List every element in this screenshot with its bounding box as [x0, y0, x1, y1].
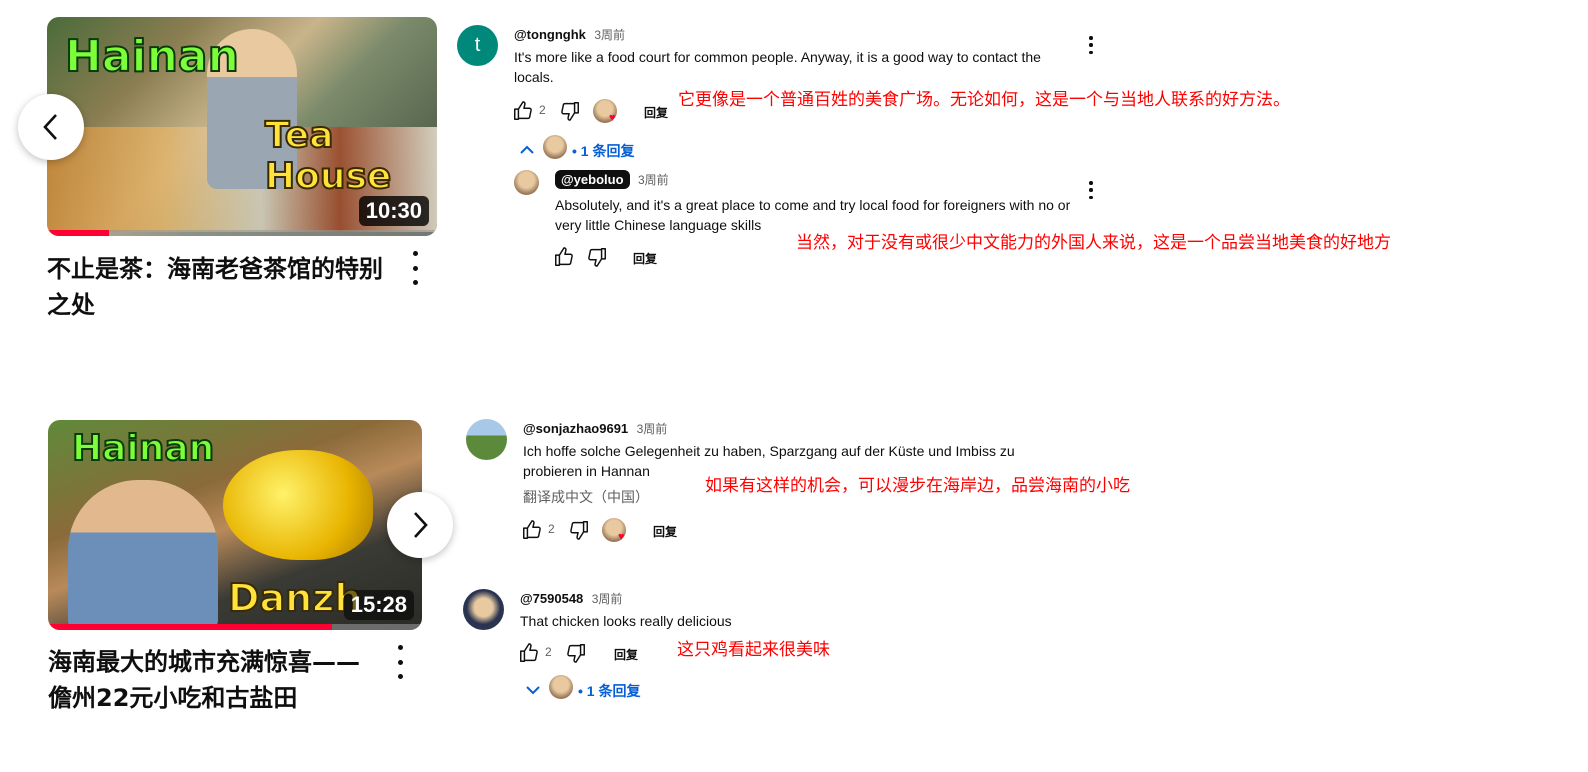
comment-text: It's more like a food court for common p…	[514, 49, 1041, 85]
reply-author-avatar-small	[543, 135, 567, 159]
reply-button[interactable]: 回复	[614, 646, 638, 663]
thumb-down-icon[interactable]	[559, 100, 581, 122]
translation-annotation: 它更像是一个普通百姓的美食广场。无论如何，这是一个与当地人联系的好方法。	[678, 90, 1290, 110]
video-title-2[interactable]: 海南最大的城市充满惊喜——儋州22元小吃和古盐田	[48, 644, 378, 716]
thumbnail-chicken	[223, 450, 373, 560]
reply-menu-button[interactable]	[1083, 181, 1099, 199]
carousel-next-button[interactable]	[387, 492, 453, 558]
hide-replies-link[interactable]: • 1 条回复	[572, 141, 634, 161]
more-vert-icon	[1089, 36, 1093, 40]
translation-annotation: 这只鸡看起来很美味	[677, 640, 830, 660]
comment-header: @tongnghk 3周前	[514, 26, 625, 44]
watch-progress-track	[48, 624, 422, 630]
watch-progress-track	[47, 230, 437, 236]
chevron-down-icon[interactable]	[525, 684, 541, 696]
reply-author-avatar-small	[549, 675, 573, 699]
more-vert-icon	[1089, 181, 1093, 185]
avatar[interactable]	[466, 419, 507, 460]
video-thumbnail-1[interactable]: Hainan Tea House 10:30	[47, 17, 437, 236]
thumb-down-icon[interactable]	[568, 519, 590, 541]
duration-badge: 15:28	[343, 590, 414, 620]
carousel-prev-button[interactable]	[18, 94, 84, 160]
video-title-1[interactable]: 不止是茶：海南老爸茶馆的特别之处	[47, 251, 397, 323]
reply-button[interactable]: 回复	[633, 250, 657, 267]
heart-icon: ♥	[609, 112, 616, 124]
avatar[interactable]: t	[457, 25, 498, 66]
avatar-letter: t	[474, 34, 481, 56]
more-vert-icon	[412, 251, 418, 256]
video-thumbnail-2[interactable]: Hainan Danzh 15:28	[48, 420, 422, 630]
comment-author[interactable]: @7590548	[520, 591, 583, 606]
heart-icon: ♥	[618, 531, 625, 543]
like-count: 2	[545, 645, 552, 659]
duration-badge: 10:30	[358, 196, 429, 226]
comment-author[interactable]: @sonjazhao9691	[523, 421, 628, 436]
comment-header: @sonjazhao9691 3周前	[523, 420, 667, 438]
thumbnail-text-hainan: Hainan	[71, 427, 215, 470]
avatar[interactable]	[463, 589, 504, 630]
thumb-up-icon[interactable]	[512, 100, 534, 122]
thumbnail-text-danzhou: Danzh	[227, 575, 362, 621]
thumb-up-icon[interactable]	[518, 642, 540, 664]
reply-time[interactable]: 3周前	[638, 173, 669, 187]
thumb-down-icon[interactable]	[586, 246, 608, 268]
reply-button[interactable]: 回复	[653, 523, 677, 540]
video-menu-button-1[interactable]	[407, 251, 423, 285]
like-count: 2	[539, 103, 546, 117]
show-replies-link[interactable]: • 1 条回复	[578, 681, 640, 701]
comment-menu-button[interactable]	[1083, 36, 1099, 54]
thumb-up-icon[interactable]	[553, 246, 575, 268]
chevron-left-icon	[43, 114, 57, 140]
comment-text: That chicken looks really delicious	[520, 613, 732, 629]
watch-progress-fill	[48, 624, 333, 630]
reply-author[interactable]: @yeboluo	[555, 170, 630, 189]
comment-time[interactable]: 3周前	[592, 592, 623, 606]
thumb-down-icon[interactable]	[565, 642, 587, 664]
translation-annotation: 如果有这样的机会，可以漫步在海岸边，品尝海南的小吃	[705, 476, 1130, 496]
comment-time[interactable]: 3周前	[594, 28, 625, 42]
comment-author[interactable]: @tongnghk	[514, 27, 586, 42]
video-menu-button-2[interactable]	[392, 645, 408, 679]
more-vert-icon	[397, 645, 403, 650]
watch-progress-fill	[47, 230, 110, 236]
thumbnail-person	[68, 480, 218, 630]
translate-link[interactable]: 翻译成中文（中国）	[523, 487, 649, 507]
avatar[interactable]	[514, 170, 539, 195]
thumbnail-text-tea-house: Tea House	[264, 114, 392, 198]
chevron-right-icon	[414, 512, 428, 538]
comment-header: @7590548 3周前	[520, 590, 622, 608]
chevron-up-icon[interactable]	[519, 144, 535, 156]
reply-button[interactable]: 回复	[644, 104, 668, 121]
thumbnail-text-hainan: Hainan	[64, 30, 240, 83]
like-count: 2	[548, 522, 555, 536]
thumb-up-icon[interactable]	[521, 519, 543, 541]
translation-annotation: 当然，对于没有或很少中文能力的外国人来说，这是一个品尝当地美食的好地方	[796, 233, 1391, 253]
comment-time[interactable]: 3周前	[637, 422, 668, 436]
reply-header: @yeboluo 3周前	[555, 170, 669, 189]
